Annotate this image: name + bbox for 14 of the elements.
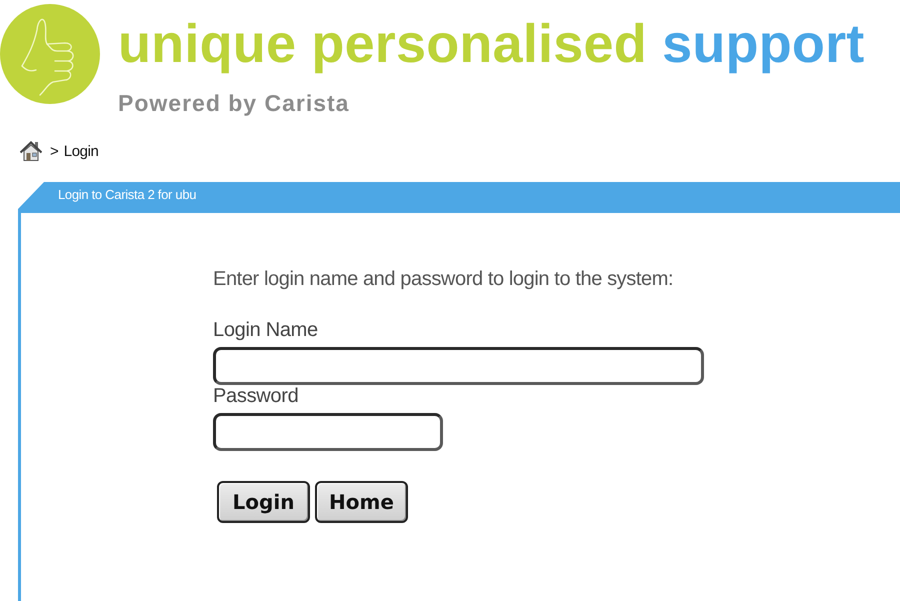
field-label: Password [213,385,298,407]
thumbs-up-icon [0,4,100,104]
instructions-text: Enter login name and password to login to the system: [213,267,674,291]
slogan-text: unique personalised support [118,17,864,71]
text-field[interactable] [213,347,704,385]
breadcrumb-current: Login [64,142,98,160]
home-button[interactable]: Home [315,481,408,523]
powered-by-text: Powered by Carista [118,90,350,116]
field-label: Login Name [213,319,318,341]
home-icon[interactable] [20,141,42,161]
panel-header: Login to Carista 2 for ubu [18,182,900,213]
breadcrumb-separator: > [50,142,59,160]
login-button[interactable]: Login [217,481,310,523]
password-field[interactable] [213,413,443,451]
